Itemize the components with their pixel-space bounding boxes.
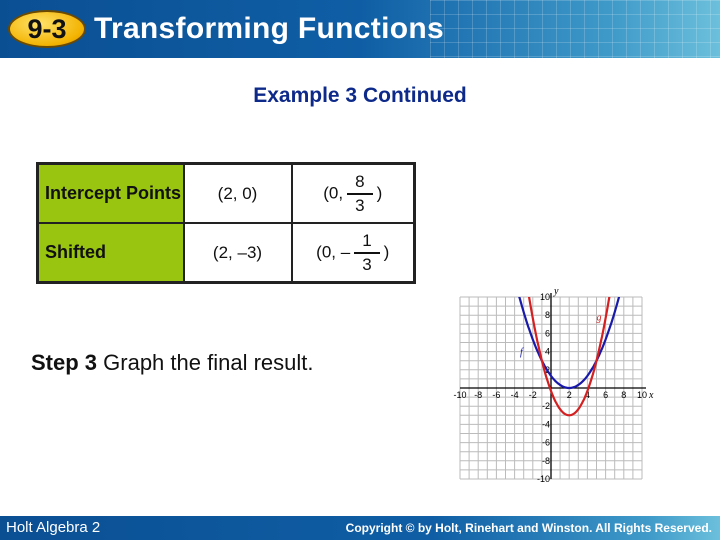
- fraction: 13: [354, 230, 380, 276]
- x-tick-label: -2: [529, 390, 537, 400]
- header-pattern: [430, 0, 720, 58]
- table-cell: (2, 0): [182, 162, 293, 224]
- function-graph: -10 -8 -6 -4 -2 2 4 6 8 10108642-2-4-6-8-10xyfg: [453, 286, 654, 484]
- lesson-title: Transforming Functions: [94, 12, 444, 45]
- x-tick-label: -8: [474, 390, 482, 400]
- y-tick-label: -10: [537, 474, 550, 484]
- step-text: Step 3 Graph the final result.: [31, 350, 313, 376]
- cell-suffix: ): [383, 241, 390, 261]
- y-tick-label: 8: [545, 310, 550, 320]
- table-cell: (2, –3): [182, 222, 293, 284]
- row-label: Intercept Points: [36, 162, 185, 224]
- table-row: Intercept Points (2, 0) (0, 8 3): [36, 162, 416, 224]
- header-bar: 9-3 Transforming Functions: [0, 0, 720, 58]
- cell-prefix: (0, –: [316, 241, 351, 261]
- step-description: Graph the final result.: [97, 350, 314, 375]
- lesson-badge: 9-3: [8, 10, 86, 48]
- y-tick-label: 4: [545, 347, 550, 357]
- x-tick-label: -6: [492, 390, 500, 400]
- table-row: Shifted (2, –3) (0, –1 3): [36, 222, 416, 284]
- x-tick-label: 2: [567, 390, 572, 400]
- y-tick-label: 10: [540, 292, 550, 302]
- x-axis-label: x: [648, 390, 654, 401]
- denominator: 3: [362, 254, 372, 274]
- cell-suffix: ): [376, 182, 383, 202]
- intercept-table: Intercept Points (2, 0) (0, 8 3) Shifted (…: [36, 162, 416, 284]
- numerator: 8: [347, 171, 373, 195]
- table-cell: (0, –1 3): [290, 222, 416, 284]
- x-tick-label: 8: [621, 390, 626, 400]
- x-tick-label: -10: [453, 390, 466, 400]
- fraction: 83: [347, 171, 373, 217]
- numerator: 1: [354, 230, 380, 254]
- footer-book: Holt Algebra 2: [6, 519, 101, 536]
- example-title: Example 3 Continued: [253, 84, 467, 107]
- x-tick-label: -4: [511, 390, 519, 400]
- footer-bar: Holt Algebra 2 Copyright © by Holt, Rine…: [0, 516, 720, 540]
- y-tick-label: 6: [545, 328, 550, 338]
- y-tick-label: -8: [542, 456, 550, 466]
- series-g-label: g: [597, 313, 602, 324]
- y-axis-label: y: [553, 286, 559, 297]
- y-tick-label: -4: [542, 419, 550, 429]
- denominator: 3: [355, 195, 365, 215]
- x-tick-label: 6: [603, 390, 608, 400]
- cell-prefix: (0,: [323, 182, 344, 202]
- y-tick-label: -2: [542, 401, 550, 411]
- row-label: Shifted: [36, 222, 185, 284]
- table-cell: (0, 8 3): [290, 162, 416, 224]
- x-tick-label: 10: [637, 390, 647, 400]
- y-tick-label: -6: [542, 438, 550, 448]
- footer-copyright: Copyright © by Holt, Rinehart and Winsto…: [345, 521, 712, 535]
- step-label: Step 3: [31, 350, 98, 375]
